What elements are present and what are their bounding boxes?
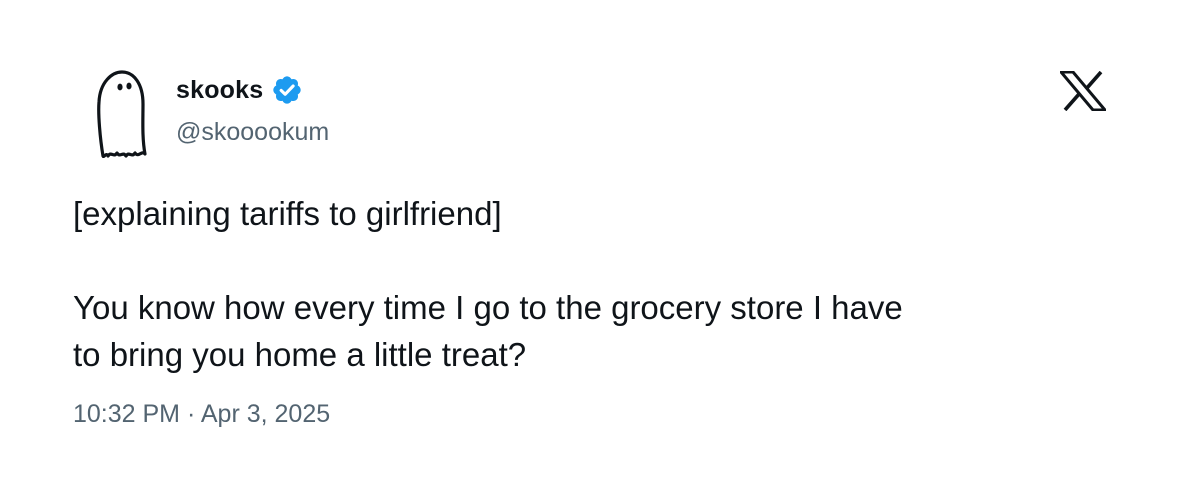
ghost-icon xyxy=(97,70,147,159)
timestamp-date: Apr 3, 2025 xyxy=(200,400,331,428)
timestamp-time: 10:32 PM xyxy=(73,400,181,428)
tweet-paragraph-gap xyxy=(73,237,1103,284)
tweet-timestamp[interactable]: 10:32 PM · Apr 3, 2025 xyxy=(73,400,330,429)
display-name[interactable]: skooks xyxy=(176,76,263,105)
tweet-card: skooks @skooookum [explaining tariffs to… xyxy=(0,0,1180,504)
x-logo-icon[interactable] xyxy=(1060,71,1106,111)
tweet-body: [explaining tariffs to girlfriend] You k… xyxy=(73,190,1103,378)
verified-badge-icon xyxy=(271,74,303,106)
avatar[interactable] xyxy=(82,66,152,162)
user-handle[interactable]: @skooookum xyxy=(176,118,329,147)
tweet-text-line: to bring you home a little treat? xyxy=(73,336,527,373)
tweet-text-line: [explaining tariffs to girlfriend] xyxy=(73,195,502,232)
author-name-row: skooks xyxy=(176,72,303,108)
tweet-text-line: You know how every time I go to the groc… xyxy=(73,289,903,326)
timestamp-separator: · xyxy=(186,400,196,428)
